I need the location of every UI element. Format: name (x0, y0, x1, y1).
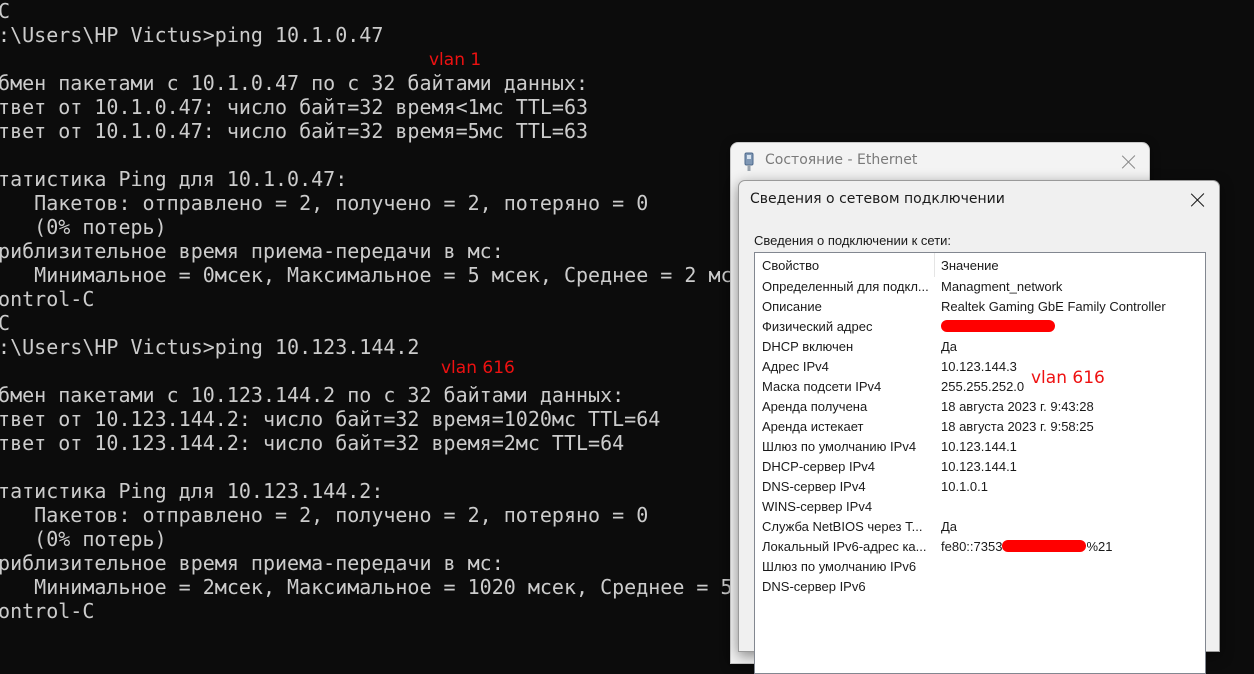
terminal-line: Минимальное = 2мсек, Максимальное = 1020… (0, 575, 817, 599)
row-value-prefix: fe80::7353 (941, 539, 1003, 554)
table-row[interactable]: DNS-сервер IPv6 (755, 577, 1205, 597)
row-property: Аренда истекает (762, 419, 864, 434)
terminal-line: Приблизительное время приема-передачи в … (0, 239, 504, 263)
redaction-mark (1002, 540, 1087, 552)
row-value: 18 августа 2023 г. 9:43:28 (941, 399, 1094, 414)
table-row[interactable]: Аренда получена 18 августа 2023 г. 9:43:2… (755, 397, 1205, 417)
column-header-value[interactable]: Значение (941, 258, 999, 273)
row-value: 10.123.144.1 (941, 439, 1017, 454)
terminal-line: Ответ от 10.1.0.47: число байт=32 время=… (0, 119, 589, 143)
table-row[interactable]: Шлюз по умолчанию IPv4 10.123.144.1 (755, 437, 1205, 457)
row-property: Описание (762, 299, 822, 314)
network-adapter-icon (744, 152, 754, 171)
terminal-line: Ответ от 10.123.144.2: число байт=32 вре… (0, 431, 625, 455)
redaction-mark (941, 320, 1055, 332)
row-property: Определенный для подкл... (762, 279, 929, 294)
vlan-616-dialog-annotation: vlan 616 (1031, 368, 1105, 388)
table-row[interactable]: Аренда истекает 18 августа 2023 г. 9:58:2… (755, 417, 1205, 437)
row-value: Realtek Gaming GbE Family Controller (941, 299, 1166, 314)
row-property: Служба NetBIOS через Т... (762, 519, 923, 534)
details-window-titlebar[interactable]: Сведения о сетевом подключении (739, 181, 1219, 219)
terminal-line: Пакетов: отправлено = 2, получено = 2, п… (0, 191, 649, 215)
table-row[interactable]: Шлюз по умолчанию IPv6 (755, 557, 1205, 577)
row-property: DNS-сервер IPv4 (762, 479, 866, 494)
row-property: DNS-сервер IPv6 (762, 579, 866, 594)
row-value-suffix: %21 (1086, 539, 1113, 554)
terminal-line: ^C (0, 311, 11, 335)
details-listview[interactable]: Свойство Значение Определенный для подкл… (754, 252, 1206, 674)
row-value: Да (941, 339, 958, 354)
connection-details-window[interactable]: Сведения о сетевом подключении Сведения … (738, 180, 1220, 674)
row-value: Да (941, 519, 958, 534)
details-window-title: Сведения о сетевом подключении (750, 191, 1005, 207)
table-row[interactable]: Служба NetBIOS через Т... Да (755, 517, 1205, 537)
terminal-line: Control-C (0, 287, 95, 311)
row-property: DHCP включен (762, 339, 854, 354)
row-value: Managment_network (941, 279, 1063, 294)
table-row[interactable]: Маска подсети IPv4 255.255.252.0 (755, 377, 1205, 397)
row-property: DHCP-сервер IPv4 (762, 459, 875, 474)
terminal-line: Приблизительное время приема-передачи в … (0, 551, 504, 575)
terminal-line: Control-C (0, 599, 95, 623)
table-row[interactable]: Локальный IPv6-адрес ка... fe80::7353 %21 (755, 537, 1205, 557)
terminal-line: Пакетов: отправлено = 2, получено = 2, п… (0, 503, 649, 527)
row-property: Шлюз по умолчанию IPv4 (762, 439, 917, 454)
terminal-line: Минимальное = 0мсек, Максимальное = 5 мс… (0, 263, 757, 287)
vlan-1-annotation: vlan 1 (429, 50, 482, 70)
terminal-line: (0% потерь) (0, 527, 167, 551)
table-row[interactable]: Адрес IPv4 10.123.144.3 (755, 357, 1205, 377)
vlan-616-terminal-annotation: vlan 616 (441, 358, 515, 378)
status-window-close-icon[interactable] (1121, 154, 1137, 170)
terminal-line: Статистика Ping для 10.123.144.2: (0, 479, 384, 503)
terminal-line: (0% потерь) (0, 215, 167, 239)
row-property: Аренда получена (762, 399, 868, 414)
row-property: Физический адрес (762, 319, 873, 334)
row-property: Адрес IPv4 (762, 359, 829, 374)
row-value: 18 августа 2023 г. 9:58:25 (941, 419, 1094, 434)
table-row[interactable]: DHCP-сервер IPv4 10.123.144.1 (755, 457, 1205, 477)
row-value: 10.123.144.1 (941, 459, 1017, 474)
table-row[interactable]: DNS-сервер IPv4 10.1.0.1 (755, 477, 1205, 497)
row-property: Локальный IPv6-адрес ка... (762, 539, 927, 554)
status-window-title: Состояние - Ethernet (765, 152, 918, 168)
terminal-line: C:\Users\HP Victus>ping 10.123.144.2 (0, 335, 420, 359)
status-window-titlebar[interactable]: Состояние - Ethernet (731, 143, 1149, 179)
details-group-label: Сведения о подключении к сети: (754, 233, 952, 248)
row-property: WINS-сервер IPv4 (762, 499, 873, 514)
column-header-property[interactable]: Свойство (762, 258, 819, 273)
terminal-line: Ответ от 10.123.144.2: число байт=32 вре… (0, 407, 661, 431)
terminal-line: Обмен пакетами с 10.1.0.47 по с 32 байта… (0, 71, 589, 95)
terminal-line: Ответ от 10.1.0.47: число байт=32 время<… (0, 95, 589, 119)
details-window-close-icon[interactable] (1190, 192, 1206, 208)
terminal-line: ^C (0, 0, 11, 23)
table-row[interactable]: Определенный для подкл... Managment_netwo… (755, 277, 1205, 297)
terminal-line: C:\Users\HP Victus>ping 10.1.0.47 (0, 23, 384, 47)
table-row[interactable]: Физический адрес (755, 317, 1205, 337)
table-row[interactable]: Описание Realtek Gaming GbE Family Contro… (755, 297, 1205, 317)
row-value: 10.1.0.1 (941, 479, 988, 494)
terminal-line: Обмен пакетами с 10.123.144.2 по с 32 ба… (0, 383, 625, 407)
table-row[interactable]: WINS-сервер IPv4 (755, 497, 1205, 517)
row-value: fe80::7353 %21 (941, 539, 1203, 554)
listview-header: Свойство Значение (755, 253, 1205, 277)
terminal-line: Статистика Ping для 10.1.0.47: (0, 167, 348, 191)
row-property: Маска подсети IPv4 (762, 379, 882, 394)
row-property: Шлюз по умолчанию IPv6 (762, 559, 917, 574)
column-divider[interactable] (934, 253, 935, 277)
row-value (941, 319, 1203, 334)
table-row[interactable]: DHCP включен Да (755, 337, 1205, 357)
